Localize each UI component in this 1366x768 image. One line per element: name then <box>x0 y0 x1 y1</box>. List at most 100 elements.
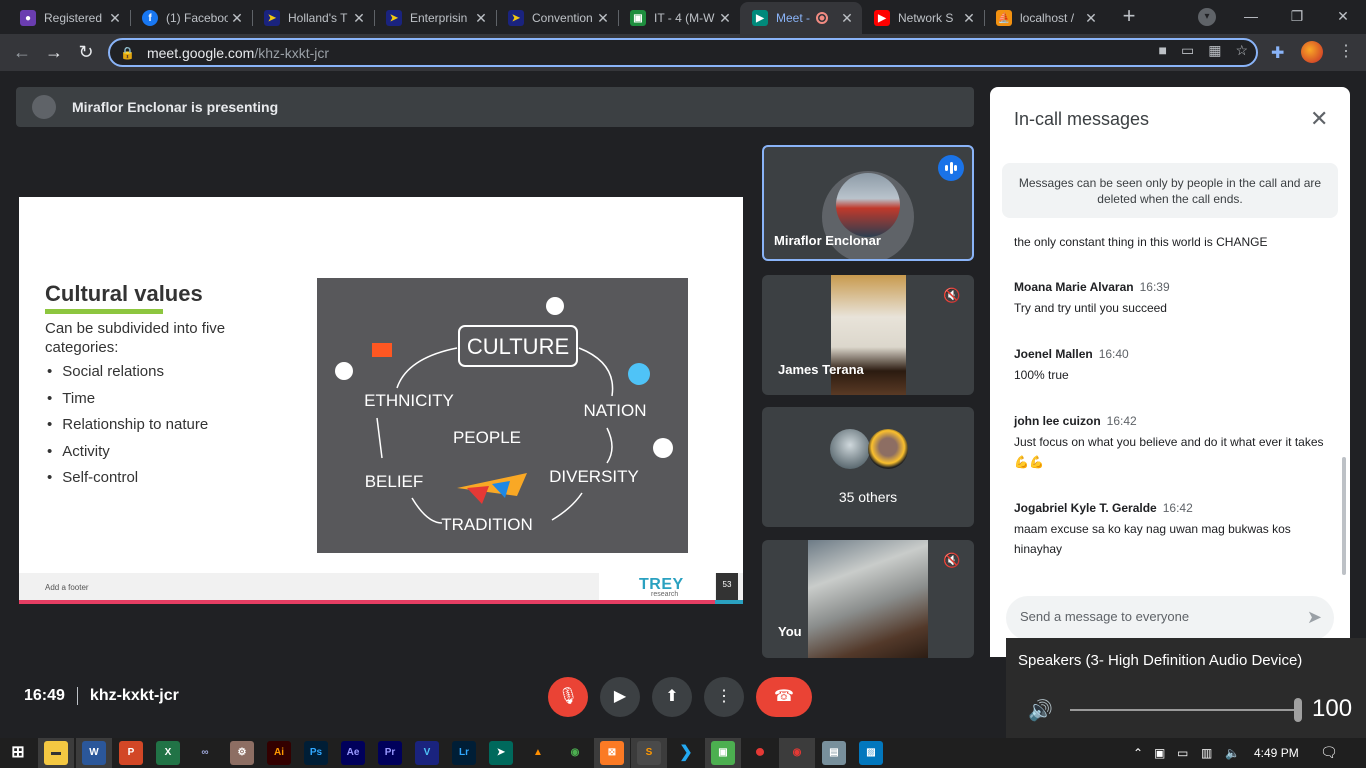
others-count: 35 others <box>838 489 898 505</box>
apps-icon[interactable]: ▦ <box>1208 42 1221 59</box>
browser-tab[interactable]: ⛵ localhost / ✕ <box>984 2 1106 34</box>
terminal-icon[interactable]: ➤ <box>489 741 513 765</box>
chat-message: Jogabriel Kyle T. Geralde 16:42 maam excu… <box>1014 501 1291 556</box>
volume-slider-thumb[interactable] <box>1294 698 1302 722</box>
notepad-icon[interactable]: ▤ <box>822 741 846 765</box>
audio-device-name[interactable]: Speakers (3- High Definition Audio Devic… <box>1018 652 1302 669</box>
more-options-button[interactable]: ⋮ <box>704 677 744 717</box>
participant-tile-presenter[interactable]: Miraflor Enclonar <box>762 145 974 261</box>
volume-slider-track[interactable] <box>1070 709 1298 711</box>
browser-tab[interactable]: f (1) Facebook ✕ <box>130 2 252 34</box>
minimize-icon[interactable]: — <box>1228 0 1274 32</box>
illustrator-icon[interactable]: Ai <box>267 741 291 765</box>
back-icon[interactable]: ← <box>10 40 34 64</box>
browser-tab[interactable]: ▶ Network S ✕ <box>862 2 984 34</box>
close-tab-icon[interactable]: ✕ <box>228 10 246 27</box>
tray-app-icon[interactable]: ▣ <box>1154 746 1165 760</box>
sublime-text-icon[interactable]: S <box>637 741 661 765</box>
present-now-button[interactable]: ⬆ <box>652 677 692 717</box>
tray-app-icon[interactable]: ▭ <box>1177 746 1188 760</box>
close-tab-icon[interactable]: ✕ <box>106 10 124 27</box>
address-bar[interactable]: 🔒 meet.google.com/khz-kxkt-jcr ■ ▭ ▦ ☆ <box>108 38 1258 67</box>
profile-avatar[interactable] <box>1301 41 1323 63</box>
chat-input-box: ➤ <box>1006 596 1334 640</box>
speaker-icon[interactable]: 🔊 <box>1028 698 1053 723</box>
android-studio-icon[interactable]: ▣ <box>711 741 735 765</box>
participant-tile-others[interactable]: 35 others <box>762 407 974 527</box>
diagram-word: CULTURE <box>467 334 569 359</box>
mic-off-button[interactable]: 🎙 <box>548 677 588 717</box>
reload-icon[interactable]: ↻ <box>74 40 98 64</box>
close-tab-icon[interactable]: ✕ <box>716 10 734 27</box>
browser-menu-icon[interactable]: ⋮ <box>1338 41 1354 61</box>
footer-accent-line-blue <box>715 600 743 604</box>
star-icon[interactable]: ☆ <box>1235 42 1248 59</box>
volume-tray-icon[interactable]: 🔈 <box>1225 746 1240 760</box>
participant-tile-self[interactable]: 🔇 You <box>762 540 974 658</box>
volume-flyout: Speakers (3- High Definition Audio Devic… <box>1006 638 1366 738</box>
browser-tab-bar: ● Registered ✕ f (1) Facebook ✕ ➤ Hollan… <box>0 0 1366 34</box>
screen-recorder-icon[interactable]: ⏺ <box>748 741 772 765</box>
close-tab-icon[interactable]: ✕ <box>1082 10 1100 27</box>
close-tab-icon[interactable]: ✕ <box>350 10 368 27</box>
meeting-code[interactable]: khz-kxkt-jcr <box>90 687 179 704</box>
chrome-profile-icon[interactable]: ◉ <box>785 741 809 765</box>
photos-icon[interactable]: ▨ <box>859 741 883 765</box>
word-icon[interactable]: W <box>82 741 106 765</box>
close-tab-icon[interactable]: ✕ <box>472 10 490 27</box>
chrome-icon[interactable]: ◉ <box>563 741 587 765</box>
dev-tool-icon[interactable]: ⚙ <box>230 741 254 765</box>
lightroom-icon[interactable]: Lr <box>452 741 476 765</box>
tray-overflow-icon[interactable]: ⌃ <box>1133 746 1143 760</box>
new-tab-icon[interactable]: + <box>1116 5 1142 29</box>
vscode-icon[interactable]: ❯ <box>674 741 698 765</box>
diagram-word: PEOPLE <box>453 428 521 447</box>
leave-call-button[interactable]: ☎ <box>756 677 812 717</box>
facebook-icon: f <box>142 10 158 26</box>
browser-tab[interactable]: ▣ IT - 4 (M-W ✕ <box>618 2 740 34</box>
send-icon[interactable]: ➤ <box>1307 607 1322 628</box>
classroom-icon: ▣ <box>630 10 646 26</box>
presentation-slide: Cultural values Can be subdivided into f… <box>19 197 743 604</box>
cast-icon[interactable]: ▭ <box>1181 42 1194 59</box>
premiere-icon[interactable]: Pr <box>378 741 402 765</box>
file-explorer-icon[interactable]: ▬ <box>44 741 68 765</box>
browser-tab[interactable]: ➤ Holland's T ✕ <box>252 2 374 34</box>
vlc-icon[interactable]: ▲ <box>526 741 550 765</box>
close-tab-icon[interactable]: ✕ <box>838 10 856 27</box>
volume-level: 100 <box>1312 695 1353 722</box>
close-tab-icon[interactable]: ✕ <box>960 10 978 27</box>
powerpoint-icon[interactable]: P <box>119 741 143 765</box>
windows-start-icon[interactable]: ⊞ <box>6 741 30 765</box>
camera-button[interactable]: ▶ <box>600 677 640 717</box>
camera-icon[interactable]: ■ <box>1159 42 1167 59</box>
participant-tile[interactable]: 🔇 James Terana <box>762 275 974 395</box>
forward-icon[interactable]: → <box>42 40 66 64</box>
footer-text: Add a footer <box>45 583 89 592</box>
extensions-icon[interactable]: ✚ <box>1271 43 1284 63</box>
vegas-icon[interactable]: V <box>415 741 439 765</box>
infinity-icon[interactable]: ∞ <box>193 741 217 765</box>
browser-tab[interactable]: ➤ Enterprisin ✕ <box>374 2 496 34</box>
windows-taskbar: ⊞ ▬ W P X ∞ ⚙ Ai Ps Ae Pr V Lr ➤ ▲ ◉ ⊠ S… <box>0 738 1366 768</box>
close-tab-icon[interactable]: ✕ <box>594 10 612 27</box>
meet-icon: ▶ <box>752 10 768 26</box>
browser-tab[interactable]: ➤ Convention ✕ <box>496 2 618 34</box>
close-icon[interactable]: ✕ <box>1310 106 1328 132</box>
notifications-icon[interactable]: 🗨 <box>1320 744 1338 761</box>
excel-icon[interactable]: X <box>156 741 180 765</box>
tab-search-icon[interactable]: ▾ <box>1198 8 1216 26</box>
chat-message-input[interactable] <box>1020 609 1290 624</box>
network-icon[interactable]: ▥ <box>1201 746 1212 760</box>
taskbar-clock[interactable]: 4:49 PM <box>1254 746 1299 760</box>
after-effects-icon[interactable]: Ae <box>341 741 365 765</box>
brand-logo-sub: research <box>651 591 679 598</box>
close-window-icon[interactable]: ✕ <box>1320 0 1366 32</box>
youtube-icon: ▶ <box>874 10 890 26</box>
restore-icon[interactable]: ❐ <box>1274 0 1320 32</box>
browser-tab[interactable]: ● Registered ✕ <box>8 2 130 34</box>
browser-tab-active[interactable]: ▶ Meet - ✕ <box>740 2 862 34</box>
photoshop-icon[interactable]: Ps <box>304 741 328 765</box>
xampp-icon[interactable]: ⊠ <box>600 741 624 765</box>
chat-scrollbar[interactable] <box>1342 457 1346 575</box>
